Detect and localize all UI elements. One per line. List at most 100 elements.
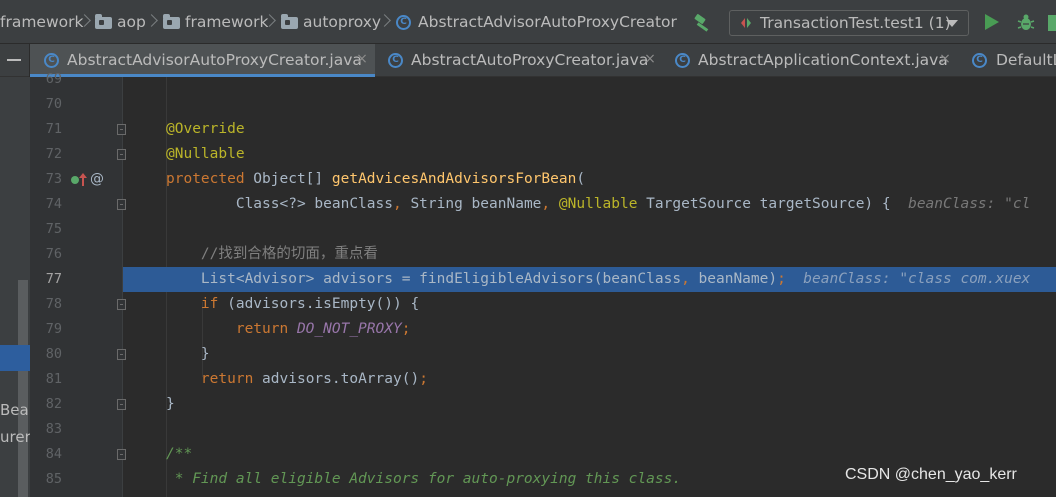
at-marker-icon[interactable]: @ xyxy=(90,171,104,187)
code-text: String beanName xyxy=(410,196,542,212)
code-text: List<Advisor> advisors = findEligibleAdv… xyxy=(166,271,682,287)
line-number: 76 xyxy=(45,246,62,262)
breadcrumb-class[interactable]: AbstractAdvisorAutoProxyCreator xyxy=(418,0,677,44)
code-line-72[interactable]: @Nullable xyxy=(123,142,1056,167)
code-text: TargetSource targetSource) { xyxy=(637,196,891,212)
line-number-current: 77 xyxy=(45,271,62,287)
code-line-84[interactable]: /** xyxy=(123,442,1056,467)
line-number: 69 xyxy=(45,71,62,87)
annotation: @Nullable xyxy=(166,146,245,162)
keyword: return xyxy=(166,371,254,387)
line-number: 82 xyxy=(45,396,62,412)
line-number: 75 xyxy=(45,221,62,237)
override-marker-icon[interactable] xyxy=(70,172,90,188)
debug-icon[interactable] xyxy=(1016,13,1036,33)
punctuation: , xyxy=(541,196,559,212)
tab-label: AbstractAutoProxyCreator.java xyxy=(411,51,649,69)
code-text: beanName) xyxy=(698,271,778,287)
punctuation: , xyxy=(392,196,411,212)
test-config-icon xyxy=(741,18,751,28)
tab-label: AbstractApplicationContext.java xyxy=(698,51,948,69)
class-icon xyxy=(388,53,403,68)
breadcrumb-framework-2[interactable]: framework xyxy=(185,0,268,44)
tab-abstract-application-context[interactable]: AbstractApplicationContext.java × xyxy=(663,44,960,77)
project-panel: Bean urer xyxy=(0,77,30,497)
code-text: advisors.toArray() xyxy=(253,371,420,387)
class-icon xyxy=(396,15,411,30)
chevron-right-icon xyxy=(380,12,388,30)
code-line-74[interactable]: Class<?> beanClass, String beanName, @Nu… xyxy=(123,192,1056,217)
comment: //找到合格的切面，重点看 xyxy=(166,246,378,262)
close-icon[interactable]: × xyxy=(938,52,952,66)
run-configuration-select[interactable]: TransactionTest.test1 (1) xyxy=(729,10,969,36)
chevron-right-icon xyxy=(147,12,155,30)
line-number: 78 xyxy=(45,296,62,312)
code-text: ( xyxy=(576,171,586,187)
constant: DO_NOT_PROXY xyxy=(296,321,402,337)
code-line-79[interactable]: return DO_NOT_PROXY; xyxy=(123,317,1056,342)
line-number: 83 xyxy=(45,421,62,437)
inline-debug-hint: beanClass: "class com.xuex xyxy=(785,271,1031,287)
folder-icon xyxy=(95,14,112,29)
selected-tree-item[interactable] xyxy=(0,345,30,371)
navigation-bar: framework aop framework autoproxy Abstra… xyxy=(0,0,1056,44)
code-line-76[interactable]: //找到合格的切面，重点看 xyxy=(123,242,1056,267)
tab-default[interactable]: DefaultL xyxy=(960,44,1056,77)
line-number: 79 xyxy=(45,321,62,337)
line-number: 71 xyxy=(45,121,62,137)
chevron-right-icon xyxy=(265,12,273,30)
folder-icon xyxy=(281,14,298,29)
keyword: return xyxy=(166,321,289,337)
doc-comment: * Find all eligible Advisors for auto-pr… xyxy=(166,471,682,487)
line-number: 73 xyxy=(45,171,62,187)
line-number: 85 xyxy=(45,471,62,487)
code-text: Object[] xyxy=(244,171,332,187)
class-icon xyxy=(44,53,59,68)
keyword: if xyxy=(166,296,219,312)
tree-item-label[interactable]: Bean xyxy=(0,400,30,420)
punctuation: ; xyxy=(419,371,428,387)
code-text: Class<?> beanClass xyxy=(166,196,393,212)
keyword: protected xyxy=(166,171,245,187)
line-number: 84 xyxy=(45,446,62,462)
class-icon xyxy=(972,53,987,68)
breadcrumb-aop[interactable]: aop xyxy=(117,0,146,44)
breadcrumb-framework[interactable]: framework xyxy=(0,0,83,44)
hammer-icon[interactable] xyxy=(693,13,713,33)
line-number: 70 xyxy=(45,96,62,112)
code-text: } xyxy=(166,346,210,362)
inline-debug-hint: beanClass: "cl xyxy=(890,196,1031,212)
code-line-81[interactable]: return advisors.toArray(); xyxy=(123,367,1056,392)
code-text: (advisors.isEmpty()) { xyxy=(218,296,420,312)
run-icon[interactable] xyxy=(985,14,999,30)
code-line-82[interactable]: } xyxy=(123,392,1056,417)
chevron-right-icon xyxy=(80,12,88,30)
tab-label: AbstractAdvisorAutoProxyCreator.java xyxy=(67,51,362,69)
close-icon[interactable]: × xyxy=(355,52,369,66)
code-line-77-current[interactable]: List<Advisor> advisors = findEligibleAdv… xyxy=(123,267,1056,292)
tree-item-label[interactable]: urer xyxy=(0,427,30,447)
code-line-78[interactable]: if (advisors.isEmpty()) { xyxy=(123,292,1056,317)
tab-abstract-advisor-auto-proxy-creator[interactable]: AbstractAdvisorAutoProxyCreator.java × xyxy=(30,44,375,77)
punctuation: ; xyxy=(401,321,411,337)
annotation: @Override xyxy=(166,121,245,137)
tab-abstract-auto-proxy-creator[interactable]: AbstractAutoProxyCreator.java × xyxy=(375,44,663,77)
close-icon[interactable]: × xyxy=(643,52,657,66)
tab-label: DefaultL xyxy=(996,51,1056,69)
code-line-73[interactable]: protected Object[] getAdvicesAndAdvisors… xyxy=(123,167,1056,192)
punctuation: ; xyxy=(777,271,786,287)
code-line-71[interactable]: @Override xyxy=(123,117,1056,142)
doc-comment: /** xyxy=(166,446,193,462)
run-configuration-label: TransactionTest.test1 (1) xyxy=(760,14,951,32)
folder-icon xyxy=(163,14,180,29)
method-name: getAdvicesAndAdvisorsForBean xyxy=(331,171,577,187)
collapse-icon[interactable] xyxy=(0,44,30,77)
editor-tab-bar: AbstractAdvisorAutoProxyCreator.java × A… xyxy=(0,44,1056,77)
breadcrumb-autoproxy[interactable]: autoproxy xyxy=(303,0,381,44)
scrollbar[interactable] xyxy=(18,280,28,497)
annotation: @Nullable xyxy=(558,196,638,212)
class-icon xyxy=(675,53,690,68)
line-number: 74 xyxy=(45,196,62,212)
coverage-icon[interactable] xyxy=(1046,12,1056,34)
code-line-80[interactable]: } xyxy=(123,342,1056,367)
